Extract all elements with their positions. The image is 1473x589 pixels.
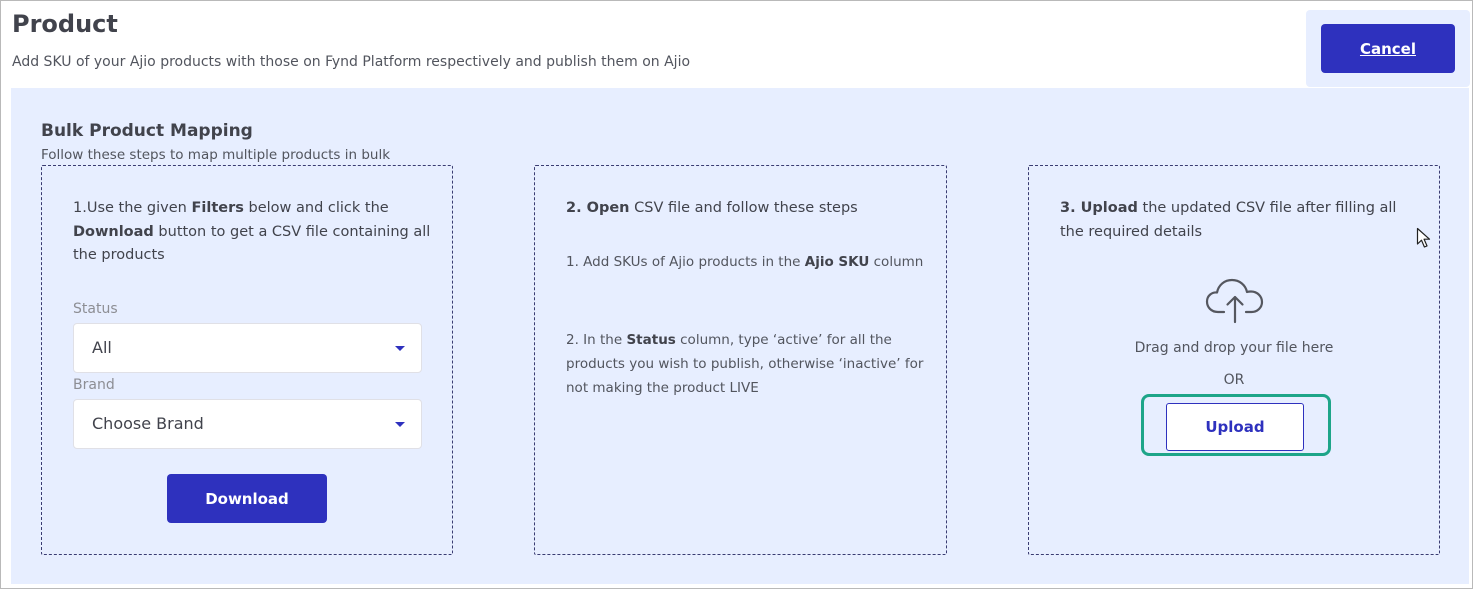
bulk-mapping-panel: Bulk Product Mapping Follow these steps … [11,88,1469,584]
upload-focus-ring: Upload [1141,394,1331,456]
or-separator: OR [1223,372,1245,388]
step-2-instructions: 2. Open CSV file and follow these steps [566,200,858,216]
download-button[interactable]: Download [167,474,327,523]
page-subtitle: Add SKU of your Ajio products with those… [12,54,691,70]
caret-down-icon [395,422,405,427]
step-2-note-2: 2. In the Status column, type ‘active’ f… [566,332,924,396]
brand-select[interactable]: Choose Brand [73,399,422,449]
drag-drop-text: Drag and drop your file here [1134,340,1334,356]
status-select[interactable]: All [73,323,422,373]
step-1-instructions: 1.Use the given Filters below and click … [73,200,431,263]
page-title: Product [12,10,118,38]
status-label: Status [73,301,118,317]
upload-button[interactable]: Upload [1166,403,1304,451]
step-3-instructions: 3. Upload the updated CSV file after fil… [1060,200,1397,240]
cloud-upload-icon [1205,278,1264,324]
cancel-button[interactable]: Cancel [1321,24,1455,73]
app-frame: Product Add SKU of your Ajio products wi… [0,0,1473,589]
step-1-card: 1.Use the given Filters below and click … [41,165,453,555]
section-title: Bulk Product Mapping [41,121,253,141]
brand-select-value: Choose Brand [92,414,204,433]
cancel-container: Cancel [1306,10,1470,87]
mouse-cursor-icon [1416,227,1431,248]
brand-label: Brand [73,377,115,393]
caret-down-icon [395,346,405,351]
step-3-card[interactable]: 3. Upload the updated CSV file after fil… [1028,165,1440,555]
step-2-note-1: 1. Add SKUs of Ajio products in the Ajio… [566,254,924,270]
section-subtitle: Follow these steps to map multiple produ… [41,147,391,163]
step-2-card: 2. Open CSV file and follow these steps … [534,165,947,555]
status-select-value: All [92,338,112,357]
